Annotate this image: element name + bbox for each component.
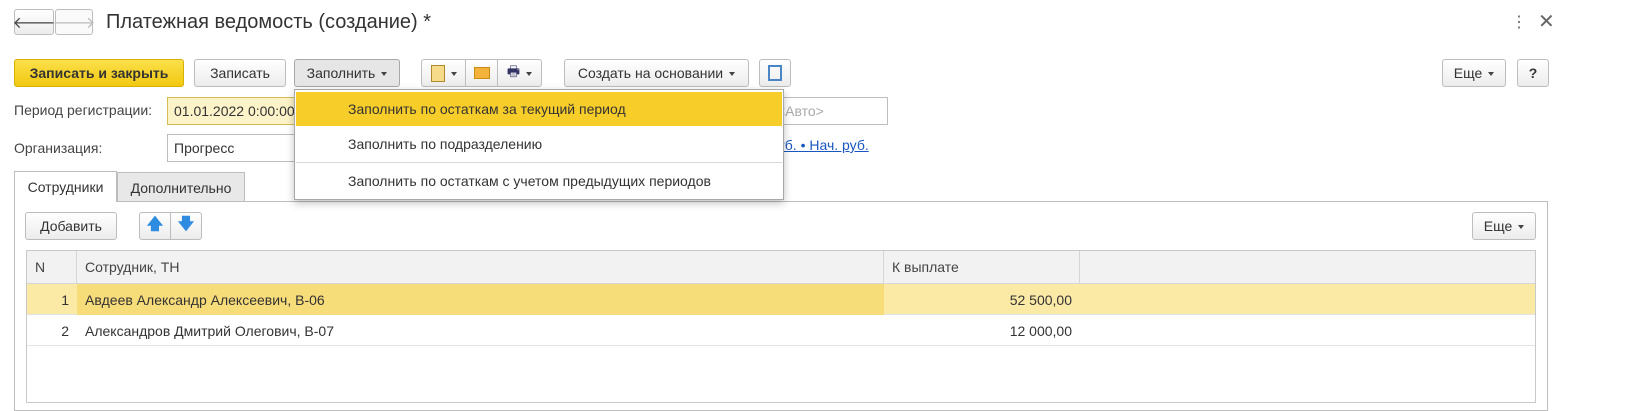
period-label: Период регистрации: [14, 102, 153, 118]
page-title: Платежная ведомость (создание) * [106, 11, 432, 33]
hierarchy-icon [768, 65, 782, 81]
arrow-right-icon: 🡒 [52, 14, 96, 32]
table-header: N Сотрудник, ТН К выплате [27, 251, 1535, 284]
tab-additional[interactable]: Дополнительно [117, 172, 245, 202]
envelope-icon [473, 67, 490, 79]
arrow-up-icon: 🡅 [146, 215, 164, 233]
arrow-down-icon: 🡇 [177, 215, 195, 233]
table-more-button[interactable]: Еще [1472, 212, 1536, 240]
menu-item-fill-with-previous-periods[interactable]: Заполнить по остаткам с учетом предыдущи… [296, 164, 782, 198]
menu-divider [296, 162, 782, 163]
structure-button[interactable] [759, 59, 791, 87]
print-button[interactable]: 🖶 [497, 59, 542, 87]
document-clock-icon [430, 64, 445, 82]
create-based-on-button[interactable]: Создать на основании [564, 59, 749, 87]
chevron-down-icon [526, 72, 533, 76]
move-down-button[interactable]: 🡇 [170, 212, 202, 240]
more-button[interactable]: Еще [1442, 59, 1506, 87]
menu-item-fill-by-department[interactable]: Заполнить по подразделению [296, 127, 782, 161]
back-button[interactable]: 🡐 [12, 9, 56, 35]
tab-employees[interactable]: Сотрудники [14, 171, 117, 202]
more-vertical-icon[interactable]: ⋮ [1511, 12, 1527, 32]
row-amount[interactable]: 52 500,00 [884, 284, 1080, 315]
forward-button[interactable]: 🡒 [52, 9, 96, 35]
number-field[interactable]: <Авто> [770, 97, 888, 125]
email-button[interactable] [465, 59, 498, 87]
column-header-employee[interactable]: Сотрудник, ТН [77, 251, 884, 283]
save-close-button[interactable]: Записать и закрыть [14, 59, 184, 87]
help-button[interactable]: ? [1517, 59, 1549, 87]
column-header-amount[interactable]: К выплате [884, 251, 1080, 283]
printer-icon: 🖶 [506, 63, 521, 79]
chevron-down-icon [381, 72, 388, 76]
row-employee[interactable]: Александров Дмитрий Олегович, В-07 [77, 315, 884, 346]
organization-label: Организация: [14, 140, 103, 156]
column-header-n[interactable]: N [27, 251, 77, 283]
row-amount[interactable]: 12 000,00 [884, 315, 1080, 346]
add-button[interactable]: Добавить [25, 212, 117, 240]
row-number: 2 [61, 322, 69, 339]
table-row[interactable]: 1 Авдеев Александр Алексеевич, В-06 52 5… [27, 284, 1535, 315]
arrow-left-icon: 🡐 [12, 14, 56, 32]
chevron-down-icon [1518, 225, 1525, 229]
row-number: 1 [61, 291, 69, 308]
table-row[interactable]: 2 Александров Дмитрий Олегович, В-07 12 … [27, 315, 1535, 346]
period-field[interactable]: 01.01.2022 0:00:00 [167, 97, 307, 125]
move-up-button[interactable]: 🡅 [139, 212, 171, 240]
employees-table: N Сотрудник, ТН К выплате 1 Авдеев Алекс… [26, 250, 1536, 403]
organization-field[interactable]: Прогресс [167, 134, 307, 162]
chevron-down-icon [450, 72, 457, 76]
close-icon[interactable]: ✕ [1538, 9, 1555, 34]
chevron-down-icon [729, 72, 736, 76]
fill-dropdown-menu: Заполнить по остаткам за текущий период … [294, 89, 784, 200]
currency-link[interactable]: руб. • Нач. руб. [770, 137, 869, 153]
attach-doc-button[interactable] [421, 59, 466, 87]
menu-item-fill-current-period[interactable]: Заполнить по остаткам за текущий период [296, 92, 782, 126]
chevron-down-icon [1488, 72, 1495, 76]
save-button[interactable]: Записать [194, 59, 286, 87]
row-employee[interactable]: Авдеев Александр Алексеевич, В-06 [77, 284, 884, 315]
fill-button[interactable]: Заполнить [294, 59, 400, 87]
